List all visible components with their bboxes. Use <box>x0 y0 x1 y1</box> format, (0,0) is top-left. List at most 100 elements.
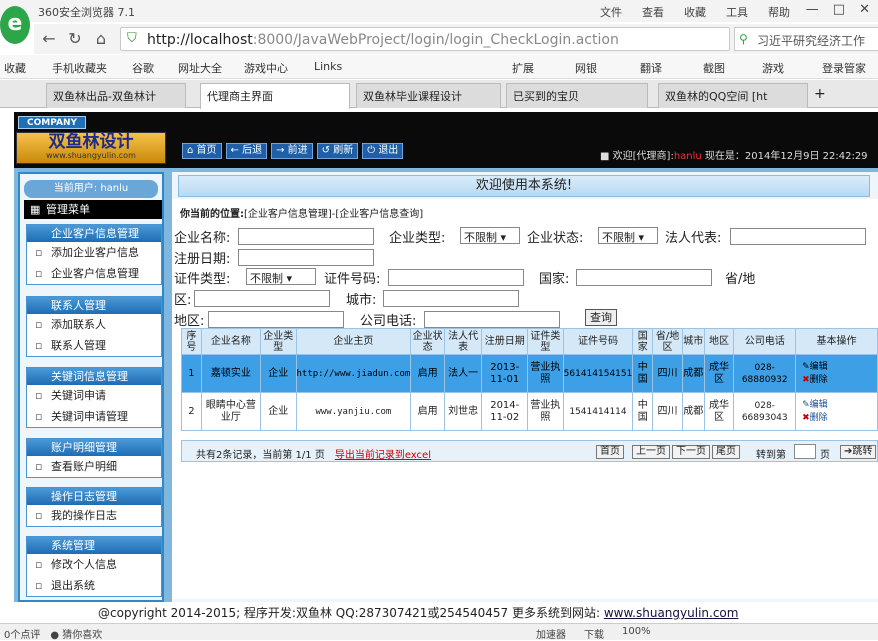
menu-title: ▦ 管理菜单 <box>24 200 162 219</box>
sidebar-group-header[interactable]: 联系人管理 <box>27 297 161 314</box>
search-input[interactable]: ⚲ 习近平研究经济工作 <box>734 27 878 51</box>
browser-tab[interactable]: 已买到的宝贝 <box>506 83 648 108</box>
cell: 营业执照 <box>527 392 564 431</box>
sidebar-item[interactable]: 退出系统 <box>27 575 161 596</box>
back-arrow-icon[interactable]: ← <box>38 28 60 50</box>
nav-forward-button[interactable]: → 前进 <box>271 143 313 159</box>
nav-logout-button[interactable]: ⏻ 退出 <box>362 143 404 159</box>
brand-title: 双鱼林设计 <box>48 132 134 152</box>
accelerator-button[interactable]: 加速器 <box>536 626 566 641</box>
browser-titlebar: 360安全浏览器 7.1 文件 查看 收藏 工具 帮助 — □ ✕ <box>0 0 878 22</box>
fav-item[interactable]: 登录管家 <box>822 60 866 76</box>
sidebar-item[interactable]: 我的操作日志 <box>27 505 161 526</box>
sidebar-group-account: 账户明细管理 查看账户明细 <box>26 438 162 478</box>
sidebar-item[interactable]: 联系人管理 <box>27 335 161 356</box>
cell: 眼睛中心营业厅 <box>200 392 261 431</box>
query-button[interactable]: 查询 <box>585 309 617 326</box>
window-controls: — □ ✕ <box>806 2 870 17</box>
browser-tab[interactable]: 双鱼林毕业课程设计 <box>356 83 501 108</box>
menu-tools[interactable]: 工具 <box>726 4 748 20</box>
go-button[interactable]: ➔跳转 <box>840 445 877 459</box>
minimize-icon[interactable]: — <box>806 2 819 17</box>
table-row[interactable]: 2 眼睛中心营业厅 企业 www.yanjiu.com 启用 刘世忠 2014-… <box>181 392 878 431</box>
province-input[interactable] <box>194 290 330 307</box>
next-page-button[interactable]: 下一页 <box>672 445 710 459</box>
sidebar-item[interactable]: 企业客户信息管理 <box>27 263 161 284</box>
edit-link[interactable]: ✎编辑 <box>802 361 877 374</box>
browser-tab[interactable]: 双鱼林出品-双鱼林计 <box>46 83 186 108</box>
enterprise-type-select[interactable]: 不限制 ▾ <box>460 227 520 244</box>
zoom-level[interactable]: 100% <box>622 626 651 641</box>
maximize-icon[interactable]: □ <box>833 2 845 17</box>
new-tab-icon[interactable]: + <box>814 86 826 102</box>
goto-page-input[interactable] <box>794 444 816 459</box>
search-text: 习近平研究经济工作 <box>757 34 866 48</box>
country-input[interactable] <box>576 269 712 286</box>
col-header: 基本操作 <box>795 328 878 355</box>
address-bar[interactable]: ⛉ http://localhost:8000/JavaWebProject/l… <box>120 27 730 51</box>
fav-item[interactable]: 游戏中心 <box>244 60 288 76</box>
close-icon[interactable]: ✕ <box>859 2 870 17</box>
sidebar-group-header[interactable]: 关键词信息管理 <box>27 368 161 385</box>
delete-icon: ✖ <box>802 412 810 423</box>
cert-no-input[interactable] <box>388 269 524 286</box>
sidebar-group-header[interactable]: 系统管理 <box>27 537 161 554</box>
col-header: 序号 <box>181 328 202 355</box>
menu-view[interactable]: 查看 <box>642 4 664 20</box>
sidebar-group-header[interactable]: 企业客户信息管理 <box>27 225 161 242</box>
cell: 启用 <box>410 354 445 393</box>
fav-item[interactable]: 游戏 <box>762 60 784 76</box>
last-page-button[interactable]: 尾页 <box>712 445 740 459</box>
reg-date-input[interactable] <box>238 249 374 266</box>
city-input[interactable] <box>383 290 519 307</box>
top-nav: ⌂ 首页 ← 后退 → 前进 ↺ 刷新 ⏻ 退出 <box>182 143 404 159</box>
fav-item[interactable]: 网址大全 <box>178 60 222 76</box>
menu-file[interactable]: 文件 <box>600 4 622 20</box>
nav-refresh-button[interactable]: ↺ 刷新 <box>316 143 359 159</box>
prev-page-button[interactable]: 上一页 <box>632 445 670 459</box>
label-cert-type: 证件类型: <box>174 272 231 287</box>
fav-item[interactable]: 手机收藏夹 <box>52 60 107 76</box>
sidebar-item[interactable]: 关键词申请管理 <box>27 406 161 427</box>
nav-home-button[interactable]: ⌂ 首页 <box>182 143 222 159</box>
delete-link[interactable]: ✖删除 <box>802 412 877 425</box>
fav-item[interactable]: 谷歌 <box>132 60 154 76</box>
menu-help[interactable]: 帮助 <box>768 4 790 20</box>
browser-title: 360安全浏览器 7.1 <box>38 6 135 19</box>
legal-rep-input[interactable] <box>730 228 866 245</box>
browser-tab-active[interactable]: 代理商主界面 <box>200 83 350 109</box>
fav-item[interactable]: 扩展 <box>512 60 534 76</box>
sidebar-item[interactable]: 添加企业客户信息 <box>27 242 161 263</box>
sidebar-item[interactable]: 修改个人信息 <box>27 554 161 575</box>
shield-icon: ⛉ <box>127 31 137 46</box>
region-input[interactable] <box>208 311 344 328</box>
home-icon[interactable]: ⌂ <box>90 28 112 50</box>
download-button[interactable]: 下载 <box>584 626 604 641</box>
fav-item[interactable]: 翻译 <box>640 60 662 76</box>
sidebar-item[interactable]: 添加联系人 <box>27 314 161 335</box>
refresh-icon[interactable]: ↻ <box>64 28 86 50</box>
enterprise-state-select[interactable]: 不限制 ▾ <box>598 227 658 244</box>
fav-item[interactable]: Links <box>314 60 342 73</box>
cell: 企业 <box>259 392 297 431</box>
edit-link[interactable]: ✎编辑 <box>802 399 877 412</box>
fav-item[interactable]: 截图 <box>703 60 725 76</box>
enterprise-name-input[interactable] <box>238 228 374 245</box>
sidebar-item[interactable]: 关键词申请 <box>27 385 161 406</box>
first-page-button[interactable]: 首页 <box>596 445 624 459</box>
table-row[interactable]: 1 嘉顿实业 企业 http://www.jiadun.com 启用 法人一 2… <box>181 354 878 393</box>
export-excel-link[interactable]: 导出当前记录到excel <box>335 450 431 461</box>
fav-item[interactable]: 网银 <box>575 60 597 76</box>
nav-back-button[interactable]: ← 后退 <box>225 143 268 159</box>
sidebar-item[interactable]: 查看账户明细 <box>27 456 161 477</box>
browser-tab[interactable]: 双鱼林的QQ空间 [ht <box>658 83 808 108</box>
delete-link[interactable]: ✖删除 <box>802 374 877 387</box>
menu-favorites[interactable]: 收藏 <box>684 4 706 20</box>
sidebar-group-header[interactable]: 账户明细管理 <box>27 439 161 456</box>
cell: 企业 <box>259 354 297 393</box>
footer-link[interactable]: www.shuangyulin.com <box>604 606 739 620</box>
phone-input[interactable] <box>424 311 560 328</box>
sidebar-group-header[interactable]: 操作日志管理 <box>27 488 161 505</box>
cert-type-select[interactable]: 不限制 ▾ <box>246 268 316 285</box>
fav-item[interactable]: 收藏 <box>4 60 26 76</box>
